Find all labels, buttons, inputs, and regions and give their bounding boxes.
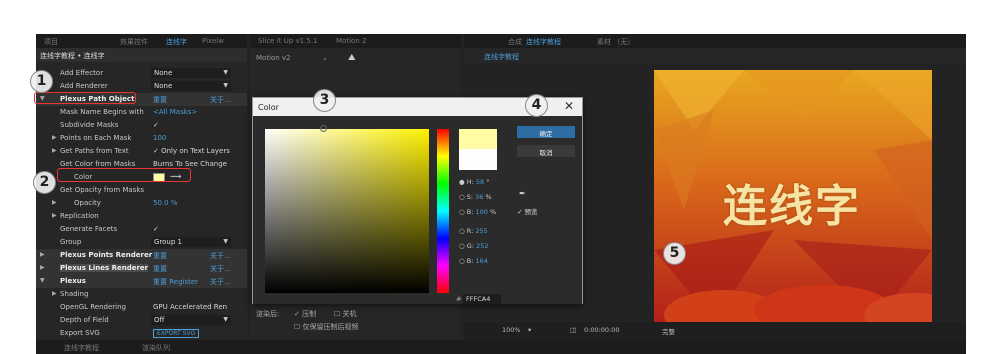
old-color-preview — [459, 149, 497, 170]
comp-viewer[interactable]: 连线字 — [654, 70, 932, 322]
expand-arrow-icon: ▶ — [52, 290, 57, 297]
row-replication[interactable]: ▶ Replication — [36, 210, 247, 223]
highlight-color-row — [57, 168, 191, 182]
row-opengl[interactable]: OpenGL Rendering GPU Accelerated Ren — [36, 301, 247, 314]
row-add-renderer[interactable]: Add Renderer None ▼ — [36, 80, 247, 93]
row-plexus-lines-renderer[interactable]: ▶ Plexus Lines Renderer 重置 关于... — [36, 262, 247, 275]
field-hue[interactable]: ● H: 58 ° — [459, 178, 490, 186]
cancel-button[interactable]: 取消 — [517, 145, 575, 157]
zoom-level[interactable]: 100% — [502, 326, 521, 334]
row-group[interactable]: Group Group 1 ▼ — [36, 236, 247, 249]
row-mask-name[interactable]: Mask Name Begins with <All Masks> — [36, 106, 247, 119]
close-icon[interactable]: ✕ — [564, 99, 574, 113]
tab-composition[interactable]: 连线字教程 — [526, 37, 561, 47]
chevron-down-icon: ▼ — [223, 238, 228, 245]
view-resolution[interactable]: 完整 — [662, 326, 675, 336]
picker-cursor[interactable] — [320, 125, 327, 132]
tab-motion[interactable]: Motion 2 — [336, 37, 366, 45]
comp-subtab[interactable]: 连线字教程 — [484, 52, 519, 62]
tab-render-queue[interactable]: 渲染队列 — [142, 343, 170, 353]
tab-pixelw[interactable]: Pixelw — [202, 37, 224, 45]
dof-dropdown[interactable]: Off ▼ — [151, 315, 231, 325]
viewer-toolbar: 100% ▾ ◫ 0:00:00:00 完整 — [464, 322, 966, 340]
effect-controls-tabs: 项目 效果控件 连线字 Pixelw — [36, 34, 247, 48]
bottom-tabs: 连线字教程 渲染队列 — [36, 340, 966, 354]
marker-1: 1 — [30, 70, 53, 93]
marker-2: 2 — [33, 171, 56, 194]
group-dropdown[interactable]: Group 1 ▼ — [151, 237, 231, 247]
field-red[interactable]: ○ R: 255 — [459, 227, 488, 235]
expand-arrow-icon: ▶ — [52, 147, 57, 154]
keep-compressed-check[interactable]: ☐ 仅保留压制后视频 — [294, 322, 359, 332]
tab-project[interactable]: 项目 — [44, 37, 58, 47]
highlight-plexus-path-object — [34, 92, 136, 104]
add-renderer-dropdown[interactable]: None ▼ — [151, 81, 231, 91]
export-svg-button[interactable]: EXPORT SVG — [153, 329, 200, 338]
row-get-opacity[interactable]: Get Opacity from Masks — [36, 184, 247, 197]
shutdown-check[interactable]: ☐ 关机 — [334, 309, 357, 319]
chevron-down-icon: ▼ — [223, 69, 228, 76]
compress-check[interactable]: ✓ 压制 — [294, 309, 316, 319]
chevron-down-icon[interactable]: ⌄ — [322, 54, 328, 62]
hex-input[interactable]: FFFCA4 — [463, 294, 501, 304]
chevron-down-icon: ▼ — [223, 82, 228, 89]
new-color-preview — [459, 129, 497, 149]
ok-button[interactable]: 确定 — [517, 126, 575, 138]
expand-arrow-icon: ▶ — [40, 264, 45, 271]
expand-arrow-icon: ▶ — [52, 212, 57, 219]
row-plexus[interactable]: ▼ Plexus 重置 Register 关于... — [36, 275, 247, 288]
row-subdivide-masks[interactable]: Subdivide Masks ✓ — [36, 119, 247, 132]
color-picker-body: 确定 取消 ✒ ✓ 预览 ● H: 58 ° ○ S: 36 % ○ B: 10… — [253, 116, 582, 304]
marker-3: 3 — [313, 89, 336, 112]
chevron-down-icon[interactable]: ▾ — [528, 326, 531, 334]
row-shading[interactable]: ▶ Shading — [36, 288, 247, 301]
expand-arrow-icon: ▶ — [40, 251, 45, 258]
color-dialog: Color ✕ 确定 取消 ✒ ✓ 预览 ● H: 58 ° ○ S: 36 %… — [252, 97, 583, 304]
motion-preset-label[interactable]: Motion v2 — [256, 54, 291, 62]
row-generate-facets[interactable]: Generate Facets ✓ — [36, 223, 247, 236]
field-blue[interactable]: ○ B: 164 — [459, 257, 488, 265]
tab-comp-prefix: 合成 — [508, 38, 522, 46]
hue-slider[interactable] — [437, 129, 449, 293]
row-opacity[interactable]: ▶ Opacity 50.0 % — [36, 197, 247, 210]
add-effector-dropdown[interactable]: None ▼ — [151, 68, 231, 78]
field-green[interactable]: ○ G: 252 — [459, 242, 488, 250]
effect-controls-panel: 项目 效果控件 连线字 Pixelw 连线字教程 • 连线字 Add Effec… — [36, 34, 247, 340]
preview-checkbox[interactable]: ✓ 预览 — [517, 206, 538, 216]
field-saturation[interactable]: ○ S: 36 % — [459, 193, 492, 201]
row-plexus-points-renderer[interactable]: ▶ Plexus Points Renderer 重置 关于... — [36, 249, 247, 262]
hash-icon: # — [456, 295, 462, 303]
tab-footage[interactable]: 素材 （无） — [597, 37, 634, 47]
timecode[interactable]: 0:00:00:00 — [584, 326, 620, 334]
tab-timeline[interactable]: 连线字教程 — [64, 343, 99, 353]
field-brightness[interactable]: ○ B: 100 % — [459, 208, 496, 216]
tab-layer-name[interactable]: 连线字 — [166, 37, 187, 47]
saturation-brightness-field[interactable] — [265, 129, 429, 293]
row-get-paths[interactable]: ▶ Get Paths from Text ✓ Only on Text Lay… — [36, 145, 247, 158]
dialog-title: Color — [258, 103, 279, 112]
marker-4: 4 — [525, 94, 548, 117]
expand-arrow-icon: ▶ — [52, 134, 57, 141]
mountain-icon[interactable]: ⛰ — [348, 53, 356, 63]
scripts-tabs: Slice It Up v1.5.1 Motion 2 — [250, 34, 461, 48]
expand-arrow-icon: ▼ — [40, 277, 45, 284]
tab-effect-controls[interactable]: 效果控件 — [120, 37, 148, 47]
render-after-label: 渲染后: — [256, 310, 280, 318]
canvas-text: 连线字 — [723, 181, 861, 232]
eyedropper-icon[interactable]: ✒ — [519, 189, 526, 198]
marker-5: 5 — [663, 242, 686, 265]
row-depth-of-field[interactable]: Depth of Field Off ▼ — [36, 314, 247, 327]
row-points-on-mask[interactable]: ▶ Points on Each Mask 100 — [36, 132, 247, 145]
composition-tabs: 合成 连线字教程 素材 （无） — [464, 34, 966, 48]
row-export-svg[interactable]: Export SVG EXPORT SVG — [36, 327, 247, 340]
tab-slice-it-up[interactable]: Slice It Up v1.5.1 — [258, 37, 318, 45]
camera-icon[interactable]: ◫ — [570, 326, 576, 334]
row-add-effector[interactable]: Add Effector None ▼ — [36, 67, 247, 80]
effect-controls-title: 连线字教程 • 连线字 — [36, 48, 247, 62]
chevron-down-icon: ▼ — [223, 316, 228, 323]
comp-subtabs: 连线字教程 — [464, 48, 966, 63]
expand-arrow-icon: ▶ — [52, 199, 57, 206]
